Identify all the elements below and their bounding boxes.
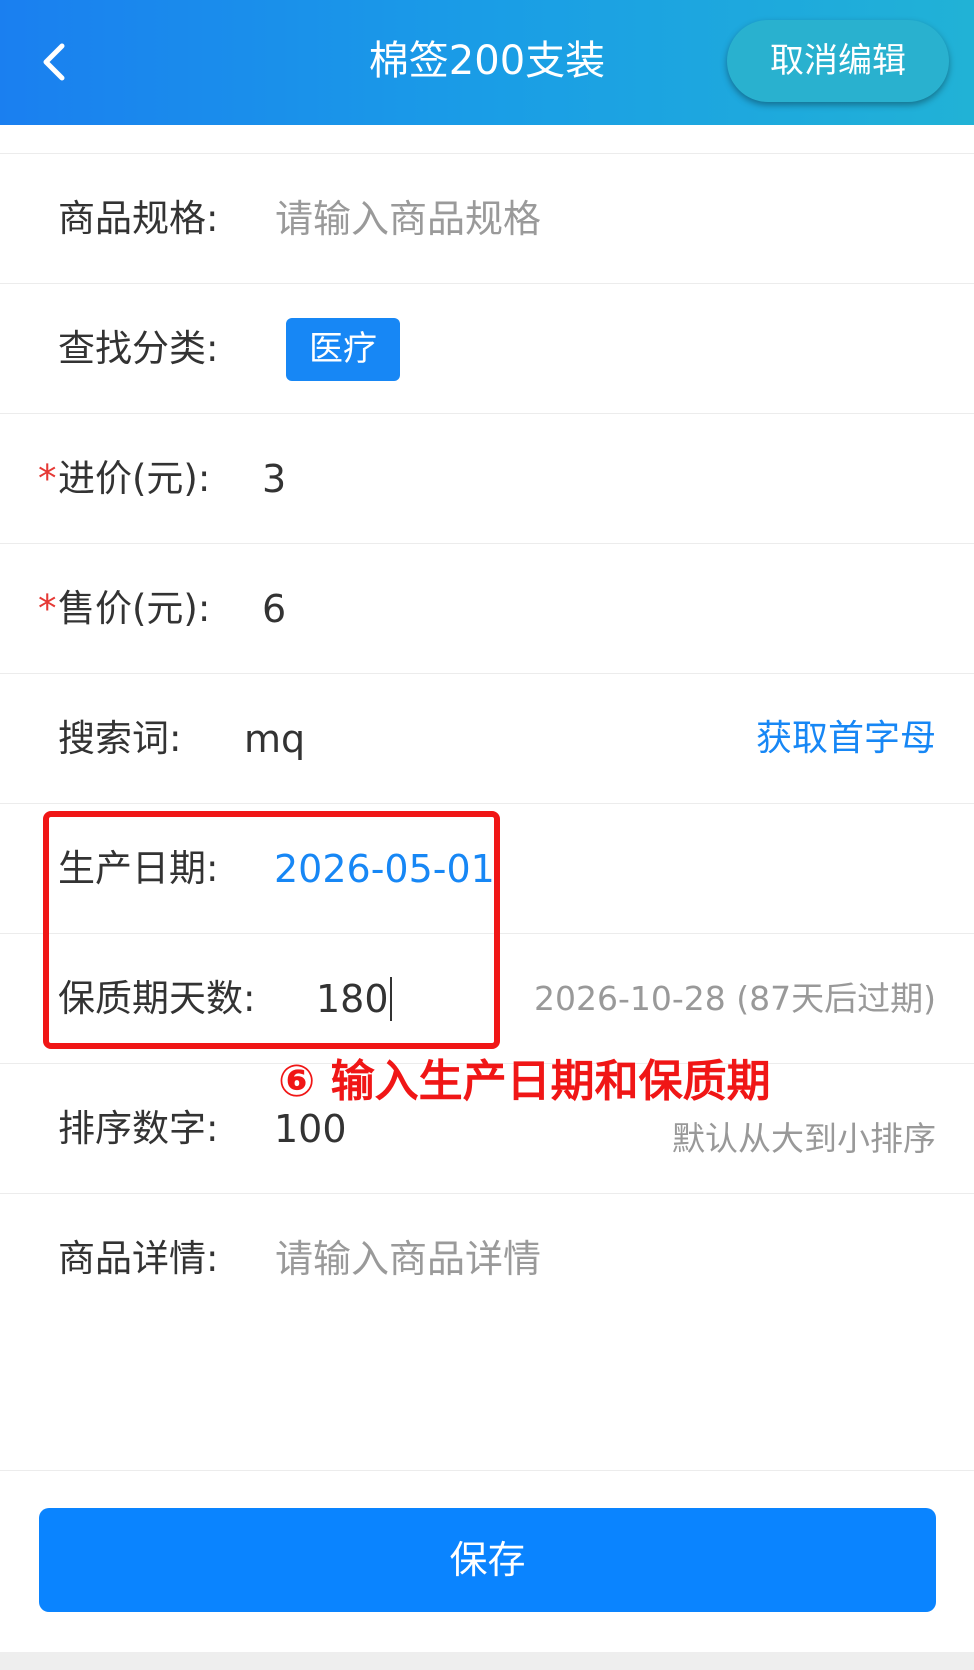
required-mark: * [38,457,57,500]
search-word-row: 搜索词: mq 获取首字母 [0,674,974,804]
production-date-row: 生产日期: 2026-05-01 [0,804,974,934]
category-row: 查找分类: 医疗 [0,284,974,414]
back-button[interactable] [28,32,84,92]
spec-row: 商品规格: 请输入商品规格 [0,154,974,284]
top-app-bar: 棉签200支装 取消编辑 [0,0,974,125]
save-button[interactable]: 保存 [39,1508,936,1612]
shelf-life-label: 保质期天数: [58,977,256,1020]
purchase-price-label: 进价(元): [58,457,211,500]
expiry-hint: 2026-10-28 (87天后过期) [533,979,936,1018]
cancel-edit-button[interactable]: 取消编辑 [727,20,949,102]
shelf-life-value: 180 [316,977,389,1021]
category-label: 查找分类: [58,327,219,370]
category-tag[interactable]: 医疗 [286,318,400,381]
top-spacer [0,125,974,154]
spec-input[interactable]: 请输入商品规格 [275,154,541,284]
purchase-price-input[interactable]: 3 [262,414,286,544]
detail-textarea[interactable]: 请输入商品详情 [275,1194,541,1324]
get-initials-button[interactable]: 获取首字母 [756,674,936,804]
search-word-input[interactable]: mq [244,674,305,804]
bottom-strip [0,1652,974,1670]
spec-label: 商品规格: [58,197,219,240]
annotation-label: ⑥ 输入生产日期和保质期 [278,1056,771,1107]
sort-number-label: 排序数字: [58,1107,219,1150]
text-cursor [389,976,392,1021]
divider [0,1470,974,1471]
chevron-left-icon [43,43,65,81]
sale-price-input[interactable]: 6 [262,544,286,674]
sale-price-row: * 售价(元): 6 [0,544,974,674]
production-date-picker[interactable]: 2026-05-01 [274,804,495,934]
purchase-price-row: * 进价(元): 3 [0,414,974,544]
shelf-life-input[interactable]: 180 [316,934,392,1064]
search-word-label: 搜索词: [58,717,182,760]
sale-price-label: 售价(元): [58,587,211,630]
required-mark: * [38,587,57,630]
shelf-life-row: 保质期天数: 180 2026-10-28 (87天后过期) [0,934,974,1064]
page-title: 棉签200支装 [368,38,606,84]
detail-row: 商品详情: 请输入商品详情 [0,1194,974,1470]
detail-label: 商品详情: [58,1237,219,1280]
production-date-label: 生产日期: [58,847,219,890]
